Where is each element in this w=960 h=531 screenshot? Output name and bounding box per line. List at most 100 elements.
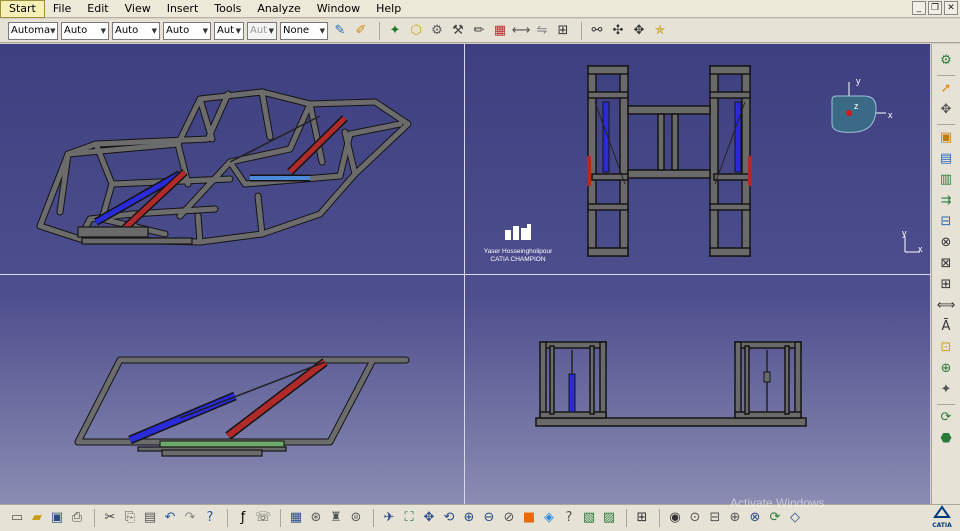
analysis-icon[interactable]: ⊗ (746, 509, 764, 527)
catalog-icon[interactable]: ⊛ (307, 509, 325, 527)
new-icon[interactable]: ▭ (8, 509, 26, 527)
fit-all-icon[interactable]: ⛶ (400, 509, 418, 527)
rendering-style-select[interactable]: Aut ▼ (247, 21, 277, 40)
view-mode-icon[interactable]: ◈ (540, 509, 558, 527)
zoom-in-icon[interactable]: ⊕ (460, 509, 478, 527)
generate-dimension-icon[interactable]: ✦ (937, 381, 955, 399)
part-body-icon[interactable]: ⬡ (407, 22, 425, 40)
painter-icon[interactable]: ✎ (331, 22, 349, 40)
redo-icon[interactable]: ↷ (181, 509, 199, 527)
undo-icon[interactable]: ↶ (161, 509, 179, 527)
constraints-icon[interactable]: ⚒ (449, 22, 467, 40)
clipping-view-icon[interactable]: ⊠ (937, 255, 955, 273)
table-icon[interactable]: ▦ (287, 509, 305, 527)
annotation-text-icon[interactable]: Ā (937, 318, 955, 336)
menu-file[interactable]: File (45, 0, 79, 18)
manipulate-icon[interactable]: ▨ (600, 509, 618, 527)
catalog-icon[interactable]: ✦ (386, 22, 404, 40)
rotate-icon[interactable]: ⟲ (440, 509, 458, 527)
menu-window[interactable]: Window (309, 0, 368, 18)
point-symbol-select[interactable]: Aut ▼ (214, 21, 244, 40)
toolbar-separator (379, 21, 380, 40)
layer-select[interactable]: None ▼ (280, 21, 328, 40)
detail-view-icon[interactable]: ⊗ (937, 234, 955, 252)
color-select[interactable]: Automa ▼ (8, 21, 58, 40)
menu-insert[interactable]: Insert (159, 0, 207, 18)
update-icon[interactable]: ⟳ (937, 409, 955, 427)
toolbar-separator (94, 509, 95, 527)
swap-space-icon[interactable]: ▧ (580, 509, 598, 527)
select-arrow-icon[interactable]: ➚ (937, 80, 955, 98)
break-view-icon[interactable]: ⊞ (937, 276, 955, 294)
capture-icon[interactable]: ⊞ (633, 509, 651, 527)
iso-view-icon[interactable]: ■ (520, 509, 538, 527)
hide-show-icon[interactable]: ? (560, 509, 578, 527)
open-icon[interactable]: ▰ (28, 509, 46, 527)
ground-icon[interactable]: ⊟ (706, 509, 724, 527)
window-controls: _ ❐ ✕ (912, 1, 958, 15)
top-view[interactable] (587, 65, 752, 257)
depth-effect-icon[interactable]: ⊙ (686, 509, 704, 527)
transparency-select[interactable]: Auto ▼ (61, 21, 109, 40)
chevron-down-icon: ▼ (202, 26, 208, 35)
side-view[interactable] (74, 356, 410, 457)
isometric-view[interactable] (36, 88, 412, 246)
compass-widget[interactable]: y x z (820, 76, 900, 156)
line-thickness-select[interactable]: Auto ▼ (112, 21, 160, 40)
view-layout-icon[interactable]: ▣ (937, 129, 955, 147)
whats-this-icon[interactable]: ? (201, 509, 219, 527)
viewport-divider-horizontal[interactable] (0, 274, 930, 275)
menu-analyze[interactable]: Analyze (249, 0, 308, 18)
lighting-icon[interactable]: ◉ (666, 509, 684, 527)
section-view-icon[interactable]: ⊟ (937, 213, 955, 231)
front-view[interactable] (535, 341, 807, 427)
formula-icon[interactable]: ƒ (234, 509, 252, 527)
projection-view-icon[interactable]: ▥ (937, 171, 955, 189)
compass-icon[interactable]: ✥ (630, 22, 648, 40)
dimensioning-icon[interactable]: ⟺ (937, 297, 956, 315)
zoom-out-icon[interactable]: ⊖ (480, 509, 498, 527)
knowledge-icon[interactable]: ♜ (327, 509, 345, 527)
menu-start[interactable]: Start (0, 0, 45, 18)
auxiliary-view-icon[interactable]: ⇉ (937, 192, 955, 210)
menu-edit[interactable]: Edit (79, 0, 116, 18)
print-icon[interactable]: ⎙ (68, 509, 86, 527)
copy-icon[interactable]: ⎘ (121, 509, 139, 527)
explode-icon[interactable]: ✣ (609, 22, 627, 40)
toolbar-separator (227, 509, 228, 527)
magnifier-icon[interactable]: ⊕ (726, 509, 744, 527)
format-brush-icon[interactable]: ✐ (352, 22, 370, 40)
front-view-icon[interactable]: ▤ (937, 150, 955, 168)
geometry-viewport[interactable]: .f { stroke: #6c6c6c; stroke-width: 5; f… (0, 44, 930, 504)
publish-icon[interactable]: ⊜ (347, 509, 365, 527)
spin-icon[interactable]: ⟳ (766, 509, 784, 527)
snap-icon[interactable]: ⚯ (588, 22, 606, 40)
paste-icon[interactable]: ▤ (141, 509, 159, 527)
table-icon[interactable]: ⊡ (937, 339, 955, 357)
grid-icon[interactable]: ⊞ (554, 22, 572, 40)
pan-icon[interactable]: ✥ (420, 509, 438, 527)
measure-icon[interactable]: ⟷ (512, 22, 531, 40)
close-button[interactable]: ✕ (944, 1, 958, 15)
analysis-icon[interactable]: ▦ (491, 22, 509, 40)
wizard-icon[interactable]: ✯ (651, 22, 669, 40)
line-type-select[interactable]: Auto ▼ (163, 21, 211, 40)
normal-view-icon[interactable]: ⊘ (500, 509, 518, 527)
save-icon[interactable]: ▣ (48, 509, 66, 527)
drafting-icon[interactable]: ✥ (937, 101, 955, 119)
layer-icon[interactable]: ◇ (786, 509, 804, 527)
menu-help[interactable]: Help (368, 0, 409, 18)
menu-tools[interactable]: Tools (206, 0, 249, 18)
sketcher-icon[interactable]: ⚙ (937, 52, 955, 70)
restore-button[interactable]: ❐ (928, 1, 942, 15)
fly-mode-icon[interactable]: ✈ (380, 509, 398, 527)
comment-icon[interactable]: ☏ (254, 509, 272, 527)
menu-view[interactable]: View (117, 0, 159, 18)
sketch-icon[interactable]: ✏ (470, 22, 488, 40)
minimize-button[interactable]: _ (912, 1, 926, 15)
swap-icon[interactable]: ⇋ (533, 22, 551, 40)
cut-icon[interactable]: ✂ (101, 509, 119, 527)
assembly-icon[interactable]: ⚙ (428, 22, 446, 40)
balloon-icon[interactable]: ⊕ (937, 360, 955, 378)
geometry-icon[interactable]: ⬣ (937, 430, 955, 448)
